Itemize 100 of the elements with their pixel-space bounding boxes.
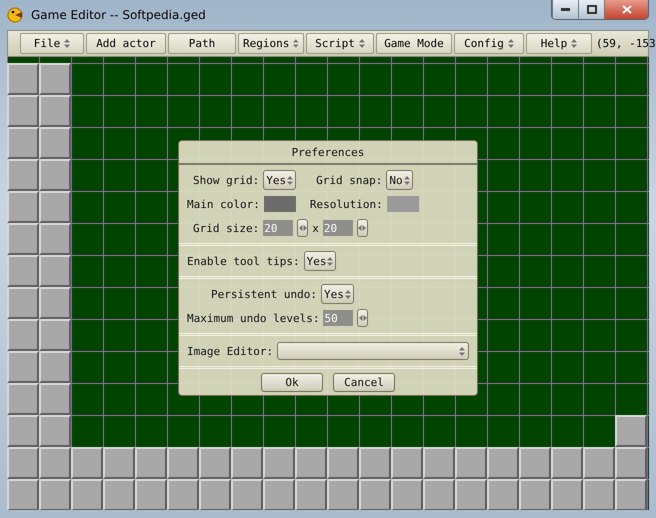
- updown-arrows-icon: [404, 176, 410, 184]
- stone-tile: [167, 447, 199, 479]
- times-sign: x: [312, 222, 319, 234]
- stone-tile: [135, 479, 167, 510]
- stone-tile: [39, 63, 71, 95]
- persistent-undo-select[interactable]: Yes: [320, 284, 354, 304]
- dialog-button[interactable]: Ok: [261, 373, 323, 392]
- stone-tile: [359, 447, 391, 479]
- stone-tile: [7, 63, 39, 95]
- stone-tile: [199, 479, 231, 510]
- field-label: Grid size:: [193, 222, 260, 234]
- menu-button[interactable]: Script: [306, 33, 374, 54]
- stone-tile: [295, 447, 327, 479]
- stone-tile: [39, 479, 71, 510]
- stone-tile: [7, 287, 39, 319]
- menu-button[interactable]: File: [20, 33, 84, 54]
- spin-button[interactable]: [297, 219, 308, 237]
- stone-tile: [7, 351, 39, 383]
- updown-arrows-icon: [293, 39, 299, 48]
- spin-button[interactable]: [356, 219, 368, 237]
- stone-tile: [7, 223, 39, 255]
- stone-tile: [455, 479, 487, 510]
- dialog-button[interactable]: Cancel: [333, 373, 395, 392]
- dialog-title: Preferences: [179, 141, 477, 165]
- grid-snap-select[interactable]: No: [386, 170, 413, 190]
- menu-button[interactable]: Add actor: [86, 33, 166, 54]
- menu-button[interactable]: Config: [454, 33, 524, 54]
- field-label: Enable tool tips:: [187, 254, 300, 268]
- smiley-face-icon: [7, 7, 23, 23]
- image-editor-select[interactable]: [277, 342, 469, 360]
- stone-tile: [39, 191, 71, 223]
- stone-tile: [7, 159, 39, 191]
- resolution-swatch[interactable]: [386, 196, 419, 212]
- stone-tile: [71, 479, 103, 510]
- updown-arrows-icon: [327, 256, 334, 266]
- stone-tile: [519, 447, 551, 479]
- stone-tile: [7, 127, 39, 159]
- maximize-button[interactable]: [578, 0, 604, 19]
- stone-tile: [39, 383, 71, 415]
- stone-tile: [7, 95, 39, 127]
- stone-tile: [7, 191, 39, 223]
- stone-tile: [423, 479, 455, 510]
- stone-tile: [327, 447, 359, 479]
- field-label: Image Editor:: [187, 344, 274, 358]
- stone-tile: [263, 447, 295, 479]
- field-label: Main color:: [187, 198, 260, 210]
- window-title: Game Editor -- Softpedia.ged: [31, 8, 206, 22]
- stone-tile: [295, 479, 327, 510]
- left-right-arrows-icon: [358, 225, 366, 231]
- stone-tile: [7, 383, 39, 415]
- stone-tile: [39, 159, 71, 191]
- stone-tile: [615, 415, 647, 447]
- stone-tile: [167, 479, 199, 510]
- main-color-swatch[interactable]: [264, 196, 296, 212]
- stone-tile: [583, 447, 615, 479]
- close-button[interactable]: [604, 0, 648, 19]
- stone-tile: [103, 447, 135, 479]
- field-label: Resolution:: [310, 198, 383, 210]
- stone-tile: [7, 415, 39, 447]
- stone-tile: [71, 447, 103, 479]
- stone-tile: [39, 319, 71, 351]
- stone-tile: [487, 447, 519, 479]
- field-label: Persistent undo:: [211, 288, 317, 300]
- field-label: Maximum undo levels:: [187, 312, 320, 324]
- updown-arrows-icon: [508, 39, 514, 48]
- tool-tips-select[interactable]: Yes: [304, 251, 336, 271]
- stone-tile: [7, 319, 39, 351]
- stone-tile: [39, 95, 71, 127]
- close-icon: [622, 5, 632, 14]
- stone-tile: [39, 255, 71, 287]
- stone-tile: [39, 287, 71, 319]
- stone-tile: [231, 479, 263, 510]
- stone-tile: [39, 223, 71, 255]
- stone-tile: [263, 479, 295, 510]
- minimize-button[interactable]: [552, 0, 578, 19]
- menu-button[interactable]: Path: [168, 33, 236, 54]
- menu-button[interactable]: Help: [526, 33, 592, 54]
- stone-tile: [39, 447, 71, 479]
- left-right-arrows-icon: [358, 315, 367, 321]
- stone-tile: [615, 447, 647, 479]
- stone-tile: [135, 447, 167, 479]
- updown-arrows-icon: [459, 346, 465, 356]
- maximize-icon: [586, 5, 596, 14]
- stone-tile: [423, 447, 455, 479]
- stone-tile: [199, 447, 231, 479]
- show-grid-select[interactable]: Yes: [263, 170, 296, 190]
- field-label: Grid snap:: [316, 174, 382, 186]
- stone-tile: [615, 479, 647, 510]
- spin-button[interactable]: [357, 309, 368, 327]
- field-label: Show grid:: [193, 174, 260, 186]
- updown-arrows-icon: [571, 39, 578, 48]
- stone-tile: [327, 479, 359, 510]
- updown-arrows-icon: [64, 39, 70, 48]
- stone-tile: [7, 479, 39, 510]
- updown-arrows-icon: [344, 290, 351, 298]
- menu-button[interactable]: Game Mode: [376, 33, 452, 54]
- left-right-arrows-icon: [298, 225, 307, 231]
- stone-tile: [231, 447, 263, 479]
- menu-button[interactable]: Regions: [238, 33, 304, 54]
- stone-tile: [391, 479, 423, 510]
